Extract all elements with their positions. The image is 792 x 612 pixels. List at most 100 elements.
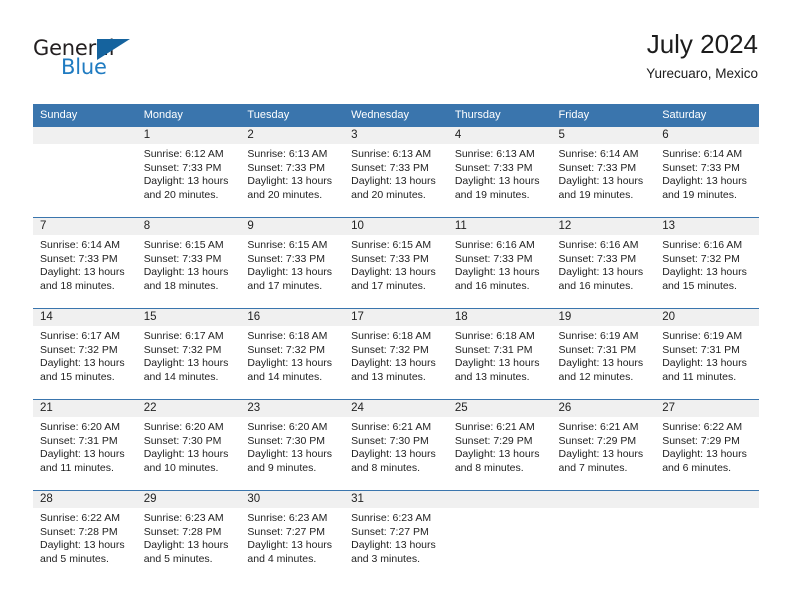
day-details: Sunrise: 6:18 AM Sunset: 7:32 PM Daylight:… [344,326,448,384]
daylight-text-line1: Daylight: 13 hours [247,266,333,279]
day-number: 9 [240,218,345,235]
daylight-text-line2: and 16 minutes. [558,279,634,292]
calendar-day-cell[interactable]: 1 Sunrise: 6:12 AM Sunset: 7:33 PM Daylight… [136,126,241,218]
calendar-day-cell[interactable]: 22 Sunrise: 6:20 AM Sunset: 7:30 PM Dayligh… [136,399,241,491]
calendar-day-cell[interactable]: 16 Sunrise: 6:18 AM Sunset: 7:32 PM Dayligh… [240,308,345,400]
sunrise-text: Sunrise: 6:20 AM [247,421,328,433]
calendar-day-cell[interactable]: 31 Sunrise: 6:23 AM Sunset: 7:27 PM Dayligh… [344,490,448,581]
day-details: Sunrise: 6:21 AM Sunset: 7:29 PM Daylight:… [448,417,552,475]
weekday-header-wednesday: Wednesday [344,104,448,127]
calendar-week-row: 1 Sunrise: 6:12 AM Sunset: 7:33 PM Daylight… [33,126,759,218]
daylight-text-line2: and 3 minutes. [351,552,420,565]
calendar-day-cell[interactable]: 20 Sunrise: 6:19 AM Sunset: 7:31 PM Dayligh… [655,308,759,400]
daylight-text-line1: Daylight: 13 hours [662,448,747,461]
day-details: Sunrise: 6:15 AM Sunset: 7:33 PM Daylight:… [240,235,344,293]
calendar-day-cell[interactable]: 29 Sunrise: 6:23 AM Sunset: 7:28 PM Dayligh… [136,490,241,581]
weekday-header-sunday: Sunday [33,104,137,127]
day-number: 26 [551,400,656,417]
calendar-day-cell[interactable]: 30 Sunrise: 6:23 AM Sunset: 7:27 PM Dayligh… [240,490,345,581]
day-details: Sunrise: 6:23 AM Sunset: 7:28 PM Daylight:… [137,508,241,566]
sunset-text: Sunset: 7:32 PM [247,343,326,356]
calendar-day-cell[interactable]: 4 Sunrise: 6:13 AM Sunset: 7:33 PM Daylight… [447,126,552,218]
calendar-day-cell[interactable]: 25 Sunrise: 6:21 AM Sunset: 7:29 PM Dayligh… [447,399,552,491]
calendar-day-cell[interactable]: 28 Sunrise: 6:22 AM Sunset: 7:28 PM Dayligh… [33,490,137,581]
calendar-day-cell[interactable]: 23 Sunrise: 6:20 AM Sunset: 7:30 PM Dayligh… [240,399,345,491]
sunset-text: Sunset: 7:31 PM [662,343,740,356]
day-details: Sunrise: 6:13 AM Sunset: 7:33 PM Daylight:… [448,144,552,202]
daylight-text-line1: Daylight: 13 hours [558,266,644,279]
calendar-day-cell[interactable]: 27 Sunrise: 6:22 AM Sunset: 7:29 PM Dayligh… [655,399,759,491]
daylight-text-line1: Daylight: 13 hours [454,175,540,188]
day-details: Sunrise: 6:14 AM Sunset: 7:33 PM Daylight:… [552,144,656,202]
day-number: 15 [136,309,241,326]
daylight-text-line2: and 4 minutes. [247,552,317,565]
day-details: Sunrise: 6:18 AM Sunset: 7:31 PM Daylight:… [448,326,552,384]
sunrise-text: Sunrise: 6:15 AM [247,239,328,251]
daylight-text-line1: Daylight: 13 hours [40,266,125,279]
day-number: 5 [551,127,656,144]
day-details: Sunrise: 6:14 AM Sunset: 7:33 PM Daylight:… [33,235,137,293]
weekday-header-thursday: Thursday [447,104,552,127]
day-number [33,127,137,144]
sunrise-text: Sunrise: 6:17 AM [40,330,120,342]
general-blue-logo[interactable]: General Blue [33,36,153,84]
calendar-day-cell[interactable]: 11 Sunrise: 6:16 AM Sunset: 7:33 PM Dayligh… [447,217,552,309]
daylight-text-line1: Daylight: 13 hours [351,266,436,279]
day-number: 14 [33,309,137,326]
day-number: 17 [344,309,448,326]
sunrise-text: Sunrise: 6:22 AM [662,421,743,433]
sunset-text: Sunset: 7:33 PM [454,252,533,265]
calendar-day-cell[interactable]: 15 Sunrise: 6:17 AM Sunset: 7:32 PM Dayligh… [136,308,241,400]
sunset-text: Sunset: 7:29 PM [454,434,533,447]
daylight-text-line1: Daylight: 13 hours [143,266,229,279]
calendar-empty-cell [33,126,137,218]
calendar-day-cell[interactable]: 17 Sunrise: 6:18 AM Sunset: 7:32 PM Dayligh… [344,308,448,400]
daylight-text-line2: and 17 minutes. [351,279,426,292]
weekday-header-row: Sunday Monday Tuesday Wednesday Thursday… [33,104,759,127]
calendar-day-cell[interactable]: 7 Sunrise: 6:14 AM Sunset: 7:33 PM Daylight… [33,217,137,309]
calendar-day-cell[interactable]: 24 Sunrise: 6:21 AM Sunset: 7:30 PM Dayligh… [344,399,448,491]
day-number: 27 [655,400,759,417]
sunrise-text: Sunrise: 6:18 AM [247,330,328,342]
day-number: 20 [655,309,759,326]
sunset-text: Sunset: 7:30 PM [143,434,222,447]
day-number: 7 [33,218,137,235]
daylight-text-line1: Daylight: 13 hours [143,539,229,552]
calendar-day-cell[interactable]: 26 Sunrise: 6:21 AM Sunset: 7:29 PM Dayligh… [551,399,656,491]
weekday-header-monday: Monday [136,104,241,127]
title-block: July 2024 Yurecuaro, Mexico [646,28,758,84]
calendar-week-row: 14 Sunrise: 6:17 AM Sunset: 7:32 PM Dayligh… [33,308,759,400]
sunrise-text: Sunrise: 6:18 AM [454,330,535,342]
calendar-day-cell[interactable]: 3 Sunrise: 6:13 AM Sunset: 7:33 PM Daylight… [344,126,448,218]
calendar-day-cell[interactable]: 21 Sunrise: 6:20 AM Sunset: 7:31 PM Dayligh… [33,399,137,491]
daylight-text-line2: and 15 minutes. [40,370,115,383]
calendar-day-cell[interactable]: 14 Sunrise: 6:17 AM Sunset: 7:32 PM Dayligh… [33,308,137,400]
calendar-day-cell[interactable]: 8 Sunrise: 6:15 AM Sunset: 7:33 PM Daylight… [136,217,241,309]
calendar-day-cell[interactable]: 2 Sunrise: 6:13 AM Sunset: 7:33 PM Daylight… [240,126,345,218]
day-details: Sunrise: 6:21 AM Sunset: 7:30 PM Daylight:… [344,417,448,475]
calendar-day-cell[interactable]: 10 Sunrise: 6:15 AM Sunset: 7:33 PM Dayligh… [344,217,448,309]
day-details: Sunrise: 6:19 AM Sunset: 7:31 PM Daylight:… [655,326,759,384]
calendar-day-cell[interactable]: 6 Sunrise: 6:14 AM Sunset: 7:33 PM Daylight… [655,126,759,218]
calendar-day-cell[interactable]: 12 Sunrise: 6:16 AM Sunset: 7:33 PM Dayligh… [551,217,656,309]
day-number: 4 [447,127,552,144]
calendar-day-cell[interactable]: 19 Sunrise: 6:19 AM Sunset: 7:31 PM Dayligh… [551,308,656,400]
calendar-day-cell[interactable]: 18 Sunrise: 6:18 AM Sunset: 7:31 PM Dayligh… [447,308,552,400]
day-details: Sunrise: 6:16 AM Sunset: 7:33 PM Daylight:… [448,235,552,293]
day-number: 12 [551,218,656,235]
daylight-text-line2: and 19 minutes. [662,188,737,201]
page-title: July 2024 [646,29,758,59]
calendar-day-cell[interactable]: 5 Sunrise: 6:14 AM Sunset: 7:33 PM Daylight… [551,126,656,218]
daylight-text-line2: and 9 minutes. [247,461,317,474]
day-details: Sunrise: 6:17 AM Sunset: 7:32 PM Daylight:… [137,326,241,384]
calendar-day-cell[interactable]: 9 Sunrise: 6:15 AM Sunset: 7:33 PM Daylight… [240,217,345,309]
sunset-text: Sunset: 7:31 PM [454,343,533,356]
daylight-text-line2: and 12 minutes. [558,370,634,383]
calendar-day-cell[interactable]: 13 Sunrise: 6:16 AM Sunset: 7:32 PM Dayligh… [655,217,759,309]
sunset-text: Sunset: 7:33 PM [143,252,222,265]
day-details: Sunrise: 6:12 AM Sunset: 7:33 PM Daylight:… [137,144,241,202]
sunrise-text: Sunrise: 6:15 AM [143,239,224,251]
weekday-header-friday: Friday [551,104,656,127]
day-details: Sunrise: 6:22 AM Sunset: 7:29 PM Daylight:… [655,417,759,475]
sunset-text: Sunset: 7:33 PM [40,252,118,265]
